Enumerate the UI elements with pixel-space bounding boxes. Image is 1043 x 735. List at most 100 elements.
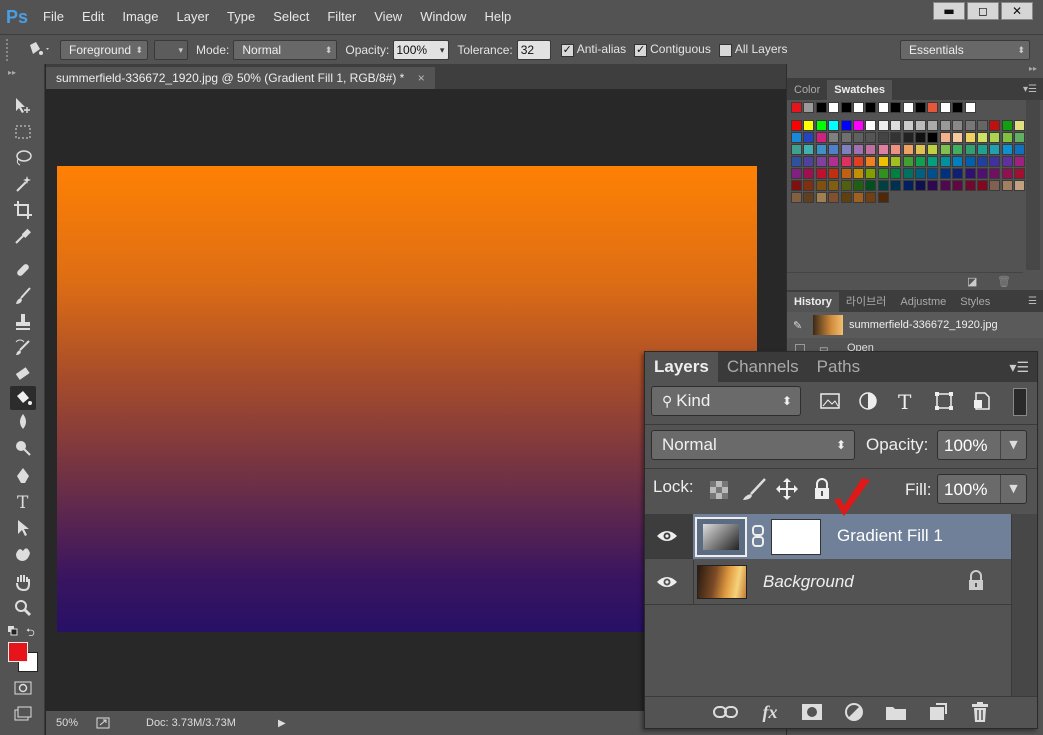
screen-mode-icon[interactable]	[10, 702, 36, 726]
swatch[interactable]	[828, 168, 840, 179]
swatch[interactable]	[927, 120, 939, 131]
swatch[interactable]	[1014, 168, 1026, 179]
swatch[interactable]	[877, 180, 889, 191]
swatch[interactable]	[927, 168, 939, 179]
healing-brush-tool-icon[interactable]	[10, 258, 36, 282]
add-mask-icon[interactable]	[799, 701, 825, 723]
menu-help[interactable]: Help	[475, 0, 520, 34]
swatch-grid[interactable]	[787, 100, 1026, 270]
all-layers-checkbox[interactable]	[718, 43, 732, 57]
swatch[interactable]	[890, 144, 902, 155]
swatch[interactable]	[927, 102, 939, 113]
swatch[interactable]	[840, 192, 852, 203]
swatch[interactable]	[853, 168, 864, 179]
opacity-input[interactable]: 100% ▾	[393, 39, 450, 60]
swatch[interactable]	[791, 144, 802, 155]
swatch[interactable]	[853, 120, 864, 131]
blur-tool-icon[interactable]	[10, 410, 36, 434]
swatch[interactable]	[791, 102, 802, 113]
pattern-picker[interactable]: ▾	[154, 39, 188, 60]
swatch[interactable]	[865, 132, 877, 143]
adjustment-filter-icon[interactable]	[857, 390, 879, 412]
marquee-tool-icon[interactable]	[10, 120, 36, 144]
lasso-tool-icon[interactable]	[10, 146, 36, 170]
swatch[interactable]	[877, 192, 889, 203]
swatch[interactable]	[927, 132, 939, 143]
menu-type[interactable]: Type	[218, 0, 264, 34]
swatch[interactable]	[939, 102, 951, 113]
foreground-color-swatch[interactable]	[8, 642, 28, 662]
swatch[interactable]	[791, 192, 802, 203]
swatch[interactable]	[890, 168, 902, 179]
new-swatch-icon[interactable]: ◪	[967, 275, 977, 288]
swatch[interactable]	[803, 180, 815, 191]
history-snapshot-row[interactable]: ✎ summerfield-336672_1920.jpg	[787, 312, 1043, 338]
swatch[interactable]	[815, 168, 827, 179]
background-thumbnail[interactable]	[697, 565, 747, 599]
paint-bucket-tool-preset-icon[interactable]	[24, 40, 50, 60]
swatch[interactable]	[989, 180, 1001, 191]
eraser-tool-icon[interactable]	[10, 362, 36, 386]
swatch[interactable]	[977, 168, 988, 179]
magic-wand-tool-icon[interactable]	[10, 172, 36, 196]
swatch[interactable]	[815, 192, 827, 203]
layer-opacity-input[interactable]: 100% ▼	[937, 430, 1027, 460]
swatch[interactable]	[977, 180, 988, 191]
eyedropper-tool-icon[interactable]	[10, 224, 36, 248]
swatch[interactable]	[828, 156, 840, 167]
swatch[interactable]	[828, 180, 840, 191]
image-filter-icon[interactable]	[819, 390, 841, 412]
delete-layer-icon[interactable]	[967, 701, 993, 723]
tab-adjustments[interactable]: Adjustme	[893, 292, 953, 312]
swatch[interactable]	[853, 144, 864, 155]
layer-name[interactable]: Gradient Fill 1	[837, 526, 943, 546]
swatch[interactable]	[815, 120, 827, 131]
menu-file[interactable]: File	[34, 0, 73, 34]
collapse-dock-icon[interactable]: ▸▸	[787, 64, 1043, 78]
swatch[interactable]	[890, 180, 902, 191]
swatch[interactable]	[964, 168, 976, 179]
swatch[interactable]	[952, 102, 964, 113]
swatch[interactable]	[902, 168, 914, 179]
swatch[interactable]	[877, 156, 889, 167]
swatch[interactable]	[939, 180, 951, 191]
layer-name[interactable]: Background	[763, 572, 854, 592]
swatch[interactable]	[791, 156, 802, 167]
share-icon[interactable]	[96, 717, 110, 729]
swatch[interactable]	[1014, 180, 1026, 191]
new-layer-icon[interactable]	[925, 701, 951, 723]
swatch[interactable]	[828, 102, 840, 113]
swatch[interactable]	[915, 132, 926, 143]
swatch[interactable]	[803, 168, 815, 179]
tab-color[interactable]: Color	[787, 80, 827, 100]
swatch[interactable]	[964, 120, 976, 131]
move-tool-icon[interactable]	[10, 94, 36, 118]
layer-row-background[interactable]: Background	[645, 560, 1011, 605]
swatch[interactable]	[989, 132, 1001, 143]
quick-mask-icon[interactable]	[10, 676, 36, 700]
swatch[interactable]	[902, 120, 914, 131]
hand-tool-icon[interactable]	[10, 570, 36, 594]
fill-source-dropdown[interactable]: Foreground ⬍	[60, 39, 148, 60]
tab-paths[interactable]: Paths	[808, 352, 869, 382]
swatch[interactable]	[915, 102, 926, 113]
swatch[interactable]	[791, 180, 802, 191]
restore-button[interactable]: ◻	[967, 2, 999, 20]
swatch[interactable]	[1001, 180, 1013, 191]
anti-alias-option[interactable]: ✓ Anti-alias	[560, 42, 626, 57]
swatch[interactable]	[791, 132, 802, 143]
close-document-icon[interactable]: ×	[418, 71, 425, 85]
swatch[interactable]	[877, 168, 889, 179]
swatches-scrollbar[interactable]	[1026, 100, 1040, 270]
panel-menu-icon[interactable]: ▾☰	[1009, 352, 1037, 382]
swatch[interactable]	[828, 120, 840, 131]
swatch[interactable]	[877, 120, 889, 131]
swatch[interactable]	[890, 102, 902, 113]
type-filter-icon[interactable]: T	[895, 390, 917, 412]
tab-channels[interactable]: Channels	[718, 352, 808, 382]
swatch[interactable]	[828, 192, 840, 203]
filter-toggle-switch[interactable]	[1013, 388, 1027, 416]
dodge-tool-icon[interactable]	[10, 436, 36, 460]
custom-shape-tool-icon[interactable]	[10, 542, 36, 566]
filter-kind-dropdown[interactable]: ⚲ Kind ⬍	[651, 386, 801, 416]
